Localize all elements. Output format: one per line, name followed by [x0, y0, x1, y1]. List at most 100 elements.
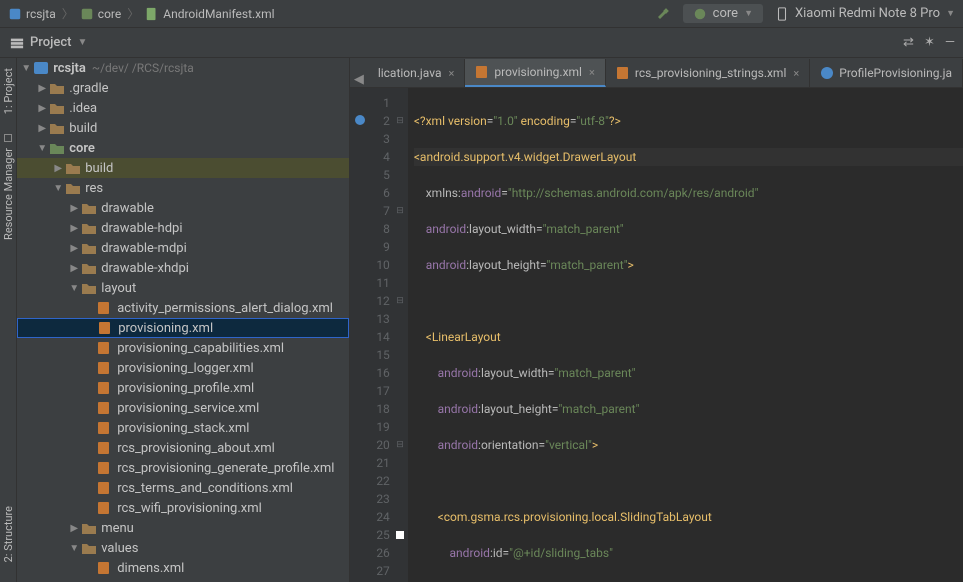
tree-file[interactable]: rcs_terms_and_conditions.xml — [17, 478, 349, 498]
expand-icon[interactable]: ▶ — [67, 523, 81, 534]
line-number: 8 — [356, 220, 390, 238]
expand-icon[interactable]: ▶ — [35, 103, 49, 114]
close-icon[interactable]: × — [449, 67, 455, 80]
code-content[interactable]: <?xml version="1.0" encoding="utf-8"?> <… — [408, 88, 963, 582]
line-number: 17 — [356, 382, 390, 400]
xml-file-icon — [97, 381, 113, 395]
tree-folder[interactable]: ▶build — [17, 118, 349, 138]
xml-file-icon — [475, 65, 489, 79]
line-number: 16 — [356, 364, 390, 382]
collapse-icon[interactable]: ▼ — [51, 183, 65, 194]
project-tree[interactable]: ▼ rcsjta ~/dev/ /RCS/rcsjta ▶.gradle ▶.i… — [17, 58, 350, 582]
settings-icon[interactable]: ✶ — [924, 35, 935, 50]
project-toolbar: Project ▼ ⇄ ✶ — — [0, 28, 963, 58]
code-editor[interactable]: 1 2 ⊟ 3 4 5 6 7 ⊟ 8 9 10 11 12 ⊟ 13 14 1… — [350, 88, 963, 582]
project-icon — [10, 36, 24, 50]
module-icon — [49, 141, 65, 155]
xml-file-icon — [97, 461, 113, 475]
tool-window-rail: 1: Project Resource Manager 2: Structure — [0, 58, 17, 582]
line-number: 23 — [356, 490, 390, 508]
editor-tab[interactable]: ProfileProvisioning.ja — [810, 59, 963, 87]
tree-folder[interactable]: ▼layout — [17, 278, 349, 298]
tree-file[interactable]: provisioning.xml — [17, 318, 349, 338]
breadcrumb-text: rcsjta — [26, 7, 56, 21]
breadcrumb-text: AndroidManifest.xml — [163, 7, 274, 21]
tree-folder[interactable]: ▶drawable-hdpi — [17, 218, 349, 238]
tree-file[interactable]: provisioning_stack.xml — [17, 418, 349, 438]
expand-icon[interactable]: ▶ — [67, 243, 81, 254]
editor-tab[interactable]: rcs_provisioning_strings.xml× — [606, 59, 810, 87]
fold-icon[interactable]: ⊟ — [396, 112, 404, 130]
tab-scroll-left-icon[interactable]: ◀ — [350, 72, 368, 87]
tree-folder[interactable]: ▶menu — [17, 518, 349, 538]
collapse-icon[interactable]: ▼ — [35, 143, 49, 154]
breadcrumb-file[interactable]: AndroidManifest.xml — [145, 7, 274, 21]
expand-icon[interactable]: ▶ — [51, 163, 65, 174]
rail-tab-project[interactable]: 1: Project — [2, 68, 15, 114]
tree-folder[interactable]: ▶.idea — [17, 98, 349, 118]
line-number: 14 — [356, 328, 390, 346]
editor-tab[interactable]: provisioning.xml× — [465, 59, 605, 87]
tree-file[interactable]: provisioning_capabilities.xml — [17, 338, 349, 358]
fold-icon[interactable]: ⊟ — [396, 292, 404, 310]
tree-folder[interactable]: ▼core — [17, 138, 349, 158]
expand-icon[interactable]: ▶ — [35, 123, 49, 134]
tree-file[interactable]: rcs_wifi_provisioning.xml — [17, 498, 349, 518]
folder-icon — [81, 261, 97, 275]
breadcrumb-module[interactable]: core — [80, 7, 121, 21]
tree-file[interactable]: rcs_provisioning_about.xml — [17, 438, 349, 458]
layout-icon[interactable] — [354, 114, 366, 126]
close-icon[interactable]: × — [793, 67, 799, 80]
folder-icon — [81, 281, 97, 295]
collapse-icon[interactable]: ▼ — [67, 283, 81, 294]
expand-icon[interactable]: ▼ — [19, 63, 33, 74]
tree-root[interactable]: ▼ rcsjta ~/dev/ /RCS/rcsjta — [17, 58, 349, 78]
tree-folder[interactable]: ▶drawable-mdpi — [17, 238, 349, 258]
line-number: 5 — [356, 166, 390, 184]
tree-folder[interactable]: ▶drawable-xhdpi — [17, 258, 349, 278]
line-number: 25 — [356, 526, 390, 544]
line-number: 19 — [356, 418, 390, 436]
breadcrumb-root[interactable]: rcsjta — [8, 7, 56, 21]
close-icon[interactable]: × — [589, 66, 595, 79]
project-view-selector[interactable]: Project ▼ — [0, 35, 97, 50]
tree-folder[interactable]: ▶build — [17, 158, 349, 178]
tree-file[interactable]: provisioning_logger.xml — [17, 358, 349, 378]
tree-root-path: ~/dev/ /RCS/rcsjta — [92, 61, 194, 75]
tree-file[interactable]: provisioning_profile.xml — [17, 378, 349, 398]
tree-folder[interactable]: ▶drawable — [17, 198, 349, 218]
java-file-icon — [820, 66, 834, 80]
breadcrumb: rcsjta 〉 core 〉 AndroidManifest.xml — [8, 5, 275, 22]
collapse-icon[interactable]: ▼ — [67, 543, 81, 554]
tree-file[interactable]: rcs_provisioning_generate_profile.xml — [17, 458, 349, 478]
fold-icon[interactable]: ⊟ — [396, 436, 404, 454]
gutter-marker-icon — [396, 531, 404, 539]
xml-file-icon — [97, 301, 113, 315]
tree-folder[interactable]: ▶.gradle — [17, 78, 349, 98]
tree-folder[interactable]: ▼res — [17, 178, 349, 198]
expand-icon[interactable]: ▶ — [67, 203, 81, 214]
expand-icon[interactable]: ▶ — [67, 263, 81, 274]
tree-file[interactable]: activity_permissions_alert_dialog.xml — [17, 298, 349, 318]
rail-tab-structure[interactable]: 2: Structure — [2, 506, 15, 562]
tree-file[interactable]: rcs_core_strings.xml — [17, 578, 349, 582]
device-selector[interactable]: Xiaomi Redmi Note 8 Pro ▼ — [775, 6, 955, 21]
expand-icon[interactable]: ▶ — [67, 223, 81, 234]
xml-file-icon — [97, 481, 113, 495]
expand-icon[interactable]: ▶ — [35, 83, 49, 94]
tree-file[interactable]: provisioning_service.xml — [17, 398, 349, 418]
line-number: 22 — [356, 472, 390, 490]
hide-icon[interactable]: — — [945, 35, 955, 50]
gutter[interactable]: 1 2 ⊟ 3 4 5 6 7 ⊟ 8 9 10 11 12 ⊟ 13 14 1… — [350, 88, 408, 582]
fold-icon[interactable]: ⊟ — [396, 202, 404, 220]
run-config-selector[interactable]: core ▼ — [683, 4, 763, 23]
line-number: 27 — [356, 562, 390, 580]
collapse-icon[interactable]: ⇄ — [903, 35, 914, 50]
tree-file[interactable]: dimens.xml — [17, 558, 349, 578]
chevron-down-icon: ▼ — [77, 37, 87, 48]
rail-tab-resource-manager[interactable]: Resource Manager — [2, 148, 15, 240]
folder-icon — [49, 101, 65, 115]
editor-tab[interactable]: lication.java× — [368, 59, 466, 87]
hammer-icon[interactable] — [655, 6, 671, 22]
tree-folder[interactable]: ▼values — [17, 538, 349, 558]
